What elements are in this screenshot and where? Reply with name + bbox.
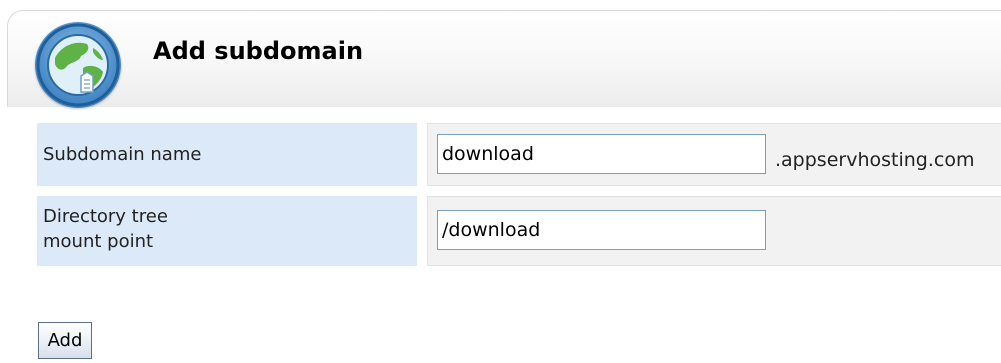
globe-icon [35,22,121,108]
mount-point-label-line1: Directory tree [43,206,168,227]
subdomain-name-label-text: Subdomain name [43,144,202,165]
mount-point-input[interactable] [437,210,766,250]
add-button[interactable]: Add [38,322,92,359]
mount-point-label: Directory tree mount point [37,196,417,266]
subdomain-name-input[interactable] [437,134,766,174]
mount-point-label-line2: mount point [43,231,154,252]
subdomain-name-label: Subdomain name [37,123,417,186]
page-title: Add subdomain [153,37,364,65]
domain-suffix: .appservhosting.com [775,149,975,171]
